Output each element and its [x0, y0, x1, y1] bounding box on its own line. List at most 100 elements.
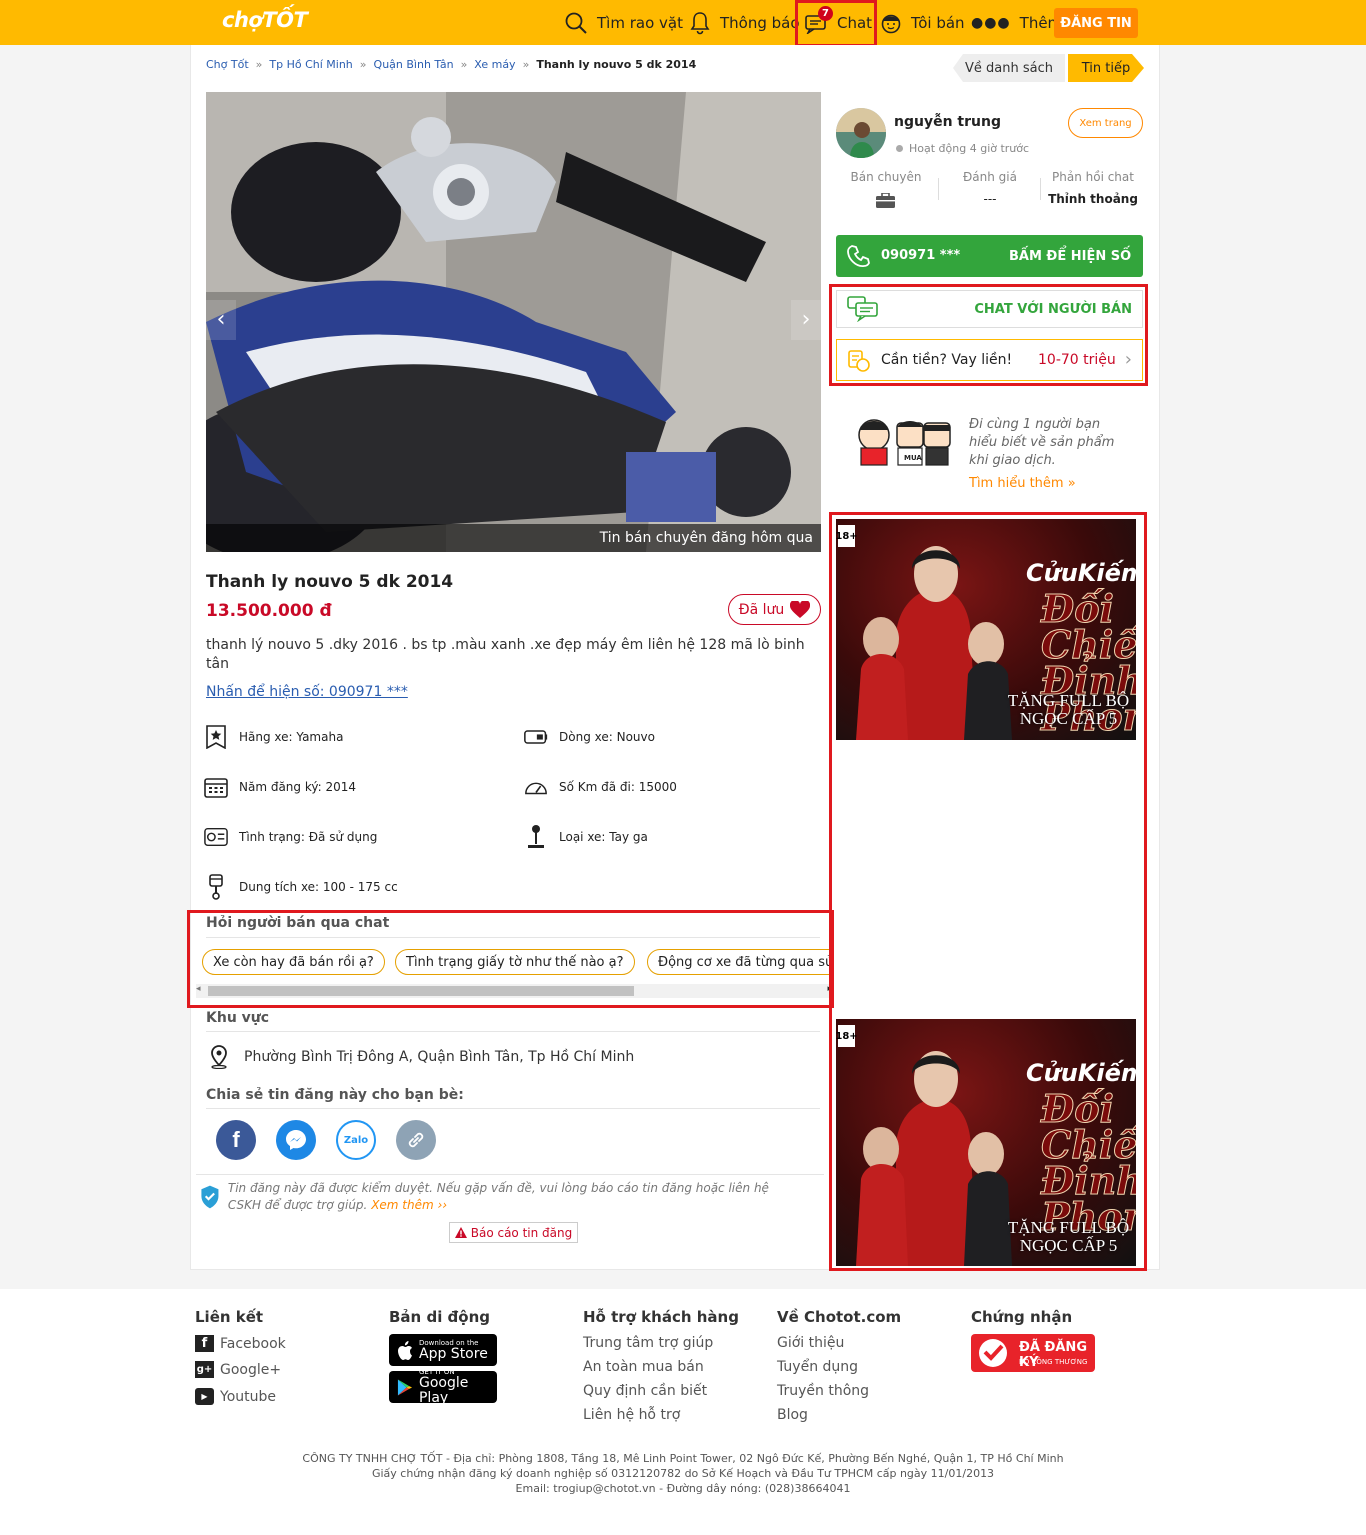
check-seal-icon: [979, 1339, 1007, 1367]
quick-chat-chip-clip: Động cơ xe đã từng qua sửa: [647, 949, 831, 977]
model-tag-icon: [524, 725, 548, 749]
footer-googleplus-link[interactable]: g+ Google+: [195, 1361, 281, 1378]
footer-heading: Chứng nhận: [971, 1308, 1073, 1326]
divider: [206, 937, 820, 938]
quick-chat-chip[interactable]: Xe còn hay đã bán rồi ạ?: [202, 949, 385, 975]
learn-more-link[interactable]: Tìm hiểu thêm »: [969, 476, 1076, 491]
breadcrumb-item[interactable]: Xe máy: [474, 58, 515, 71]
verification-text-wrap: Tin đăng này đã được kiểm duyệt. Nếu gặp…: [228, 1180, 770, 1214]
quick-chat-heading: Hỏi người bán qua chat: [206, 915, 390, 931]
chat-with-seller-label: CHAT VỚI NGƯỜI BÁN: [974, 302, 1132, 317]
area-heading: Khu vực: [206, 1010, 270, 1026]
footer-link[interactable]: Liên hệ hỗ trợ: [583, 1407, 680, 1423]
registered-certification-badge[interactable]: ĐÃ ĐĂNG KÝ BỘ CÔNG THƯƠNG: [971, 1334, 1095, 1372]
loan-range: 10-70 triệu: [1038, 352, 1116, 368]
footer-heading: Liên kết: [195, 1308, 264, 1326]
area-address: Phường Bình Trị Đông A, Quận Bình Tân, T…: [208, 1045, 634, 1069]
ad-promo: TẶNG FULL BỘ NGỌC CẤP 5: [1007, 1218, 1130, 1255]
stat-separator: [1040, 178, 1041, 200]
next-photo-arrow[interactable]: ›: [791, 300, 821, 340]
chat-nav-label: Chat: [837, 13, 873, 32]
breadcrumb-item[interactable]: Tp Hồ Chí Minh: [269, 58, 352, 71]
footer-link[interactable]: Giới thiệu: [777, 1335, 844, 1351]
post-ad-button[interactable]: ĐĂNG TIN: [1054, 8, 1138, 38]
next-listing-button[interactable]: Tin tiếp: [1068, 54, 1144, 82]
ad-slogan: Đối Chiến Đỉnh Phong: [1041, 1086, 1137, 1239]
shield-check-icon: [201, 1185, 219, 1209]
more-dots-icon: ●●●: [971, 14, 1011, 31]
breadcrumb-item[interactable]: Chợ Tốt: [206, 58, 249, 71]
app-store-badge[interactable]: Download on the App Store: [389, 1334, 497, 1366]
attribute-text: Dung tích xe: 100 - 175 cc: [239, 880, 398, 894]
top-navbar: chợTỐT Tìm rao vặt Thông báo 7 Chat Tôi …: [0, 0, 1366, 45]
saved-label: Đã lưu: [738, 601, 785, 618]
my-sales-nav[interactable]: Tôi bán: [880, 0, 965, 45]
footer-link[interactable]: Quy định cần biết: [583, 1383, 707, 1399]
legal-line: CÔNG TY TNHH CHỢ TỐT - Địa chỉ: Phòng 18…: [302, 1452, 1064, 1465]
footer-link[interactable]: Tuyển dụng: [777, 1359, 858, 1375]
game-ad-banner[interactable]: 18+ CửuKiếm Đối Chiến Đỉnh Phong TẶNG FU…: [836, 519, 1136, 740]
seller-avatar[interactable]: [836, 108, 886, 158]
chat-with-seller-button[interactable]: CHAT VỚI NGƯỜI BÁN: [836, 290, 1143, 328]
verification-more-link[interactable]: Xem thêm ››: [371, 1198, 447, 1212]
condition-card-icon: [204, 825, 228, 849]
brand-star-icon: [204, 725, 228, 749]
google-play-icon: [397, 1379, 413, 1395]
search-icon: [565, 12, 587, 34]
loan-offer-button[interactable]: Cần tiền? Vay liền! 10-70 triệu ›: [836, 339, 1143, 381]
share-messenger-icon[interactable]: [276, 1120, 316, 1160]
attribute-text: Hãng xe: Yamaha: [239, 730, 344, 744]
google-play-badge[interactable]: GET IT ON Google Play: [389, 1368, 497, 1406]
more-nav[interactable]: ●●● Thêm: [971, 0, 1062, 45]
address-text: Phường Bình Trị Đông A, Quận Bình Tân, T…: [244, 1049, 635, 1065]
view-seller-page-button[interactable]: Xem trang: [1068, 108, 1143, 138]
listing-photo[interactable]: ‹ › Tin bán chuyên đăng hôm qua: [206, 92, 821, 552]
scrollbar-thumb[interactable]: [208, 986, 634, 996]
attribute-text: Tình trạng: Đã sử dụng: [239, 830, 378, 844]
warning-icon: [454, 1227, 467, 1238]
quick-chat-chip[interactable]: Động cơ xe đã từng qua sửa: [647, 949, 831, 975]
attribute-text: Năm đăng ký: 2014: [239, 780, 356, 794]
footer-link[interactable]: Truyền thông: [777, 1383, 869, 1399]
piston-icon: [204, 874, 228, 900]
share-zalo-icon[interactable]: Zalo: [336, 1120, 376, 1160]
seller-name[interactable]: nguyễn trung: [894, 114, 1001, 130]
breadcrumb-separator: »: [522, 58, 530, 71]
chat-nav[interactable]: 7 Chat: [804, 0, 872, 45]
game-ad-banner[interactable]: 18+ CửuKiếm Đối Chiến Đỉnh Phong TẶNG FU…: [836, 1019, 1136, 1266]
footer-facebook-link[interactable]: f Facebook: [195, 1335, 286, 1352]
footer-link[interactable]: An toàn mua bán: [583, 1359, 704, 1375]
search-nav[interactable]: Tìm rao vặt: [564, 0, 683, 45]
breadcrumb-separator: »: [359, 58, 367, 71]
chat-green-icon: [847, 296, 878, 322]
seller-status-text: Hoạt động 4 giờ trước: [909, 142, 1030, 155]
stat-label: Bán chuyên: [850, 170, 922, 184]
prev-photo-arrow[interactable]: ‹: [206, 300, 236, 340]
joystick-icon: [524, 825, 548, 849]
chotot-logo[interactable]: chợTỐT: [222, 8, 308, 32]
bell-icon: [690, 11, 710, 34]
footer-link[interactable]: Trung tâm trợ giúp: [583, 1335, 713, 1351]
quick-chat-scrollbar[interactable]: ◂ ▸: [196, 984, 832, 998]
attribute-engine-capacity: Dung tích xe: 100 - 175 cc: [204, 874, 398, 900]
breadcrumb-item[interactable]: Quận Bình Tân: [374, 58, 454, 71]
back-to-list-button[interactable]: Về danh sách: [953, 54, 1065, 82]
notification-nav[interactable]: Thông báo: [689, 0, 800, 45]
report-listing-button[interactable]: Báo cáo tin đăng: [449, 1222, 578, 1243]
footer-heading: Về Chotot.com: [777, 1308, 902, 1326]
scroll-left-arrow[interactable]: ◂: [196, 984, 201, 994]
footer-youtube-link[interactable]: ▶ Youtube: [195, 1388, 276, 1405]
footer-link-label: Youtube: [220, 1388, 276, 1405]
footer-link[interactable]: Blog: [777, 1407, 808, 1423]
apple-icon: [398, 1340, 412, 1360]
quick-chat-chip[interactable]: Tình trạng giấy tờ như thế nào ạ?: [395, 949, 635, 975]
share-copy-link-icon[interactable]: [396, 1120, 436, 1160]
saved-button[interactable]: Đã lưu: [728, 594, 821, 625]
scroll-right-arrow[interactable]: ▸: [827, 984, 832, 994]
reveal-phone-link[interactable]: Nhấn để hiện số: 090971 ***: [206, 684, 408, 700]
stat-value: ---: [983, 192, 997, 206]
reveal-phone-button[interactable]: 090971 *** BẤM ĐỂ HIỆN SỐ: [836, 235, 1143, 277]
attribute-model: Dòng xe: Nouvo: [524, 725, 655, 749]
share-facebook-icon[interactable]: f: [216, 1120, 256, 1160]
attribute-bike-type: Loại xe: Tay ga: [524, 825, 648, 849]
